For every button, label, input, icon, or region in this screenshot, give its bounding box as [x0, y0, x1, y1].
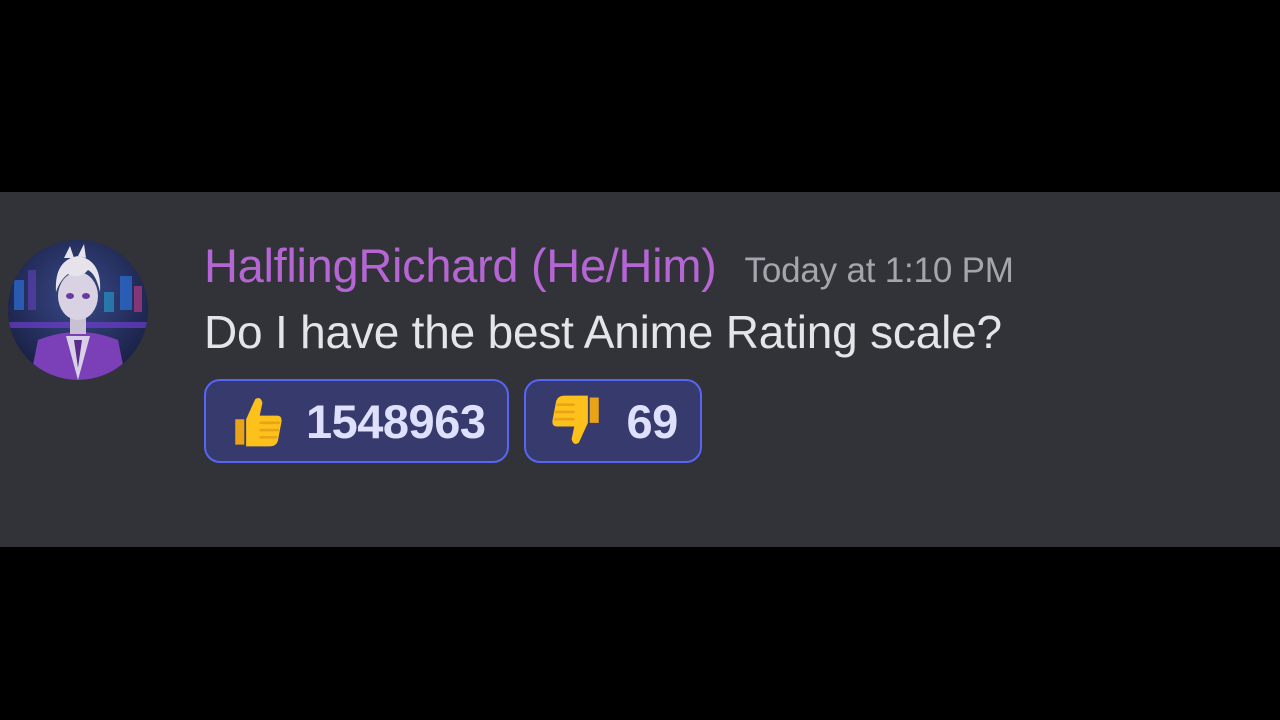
- anime-character-avatar-icon: [8, 240, 148, 380]
- message-content: HalflingRichard (He/Him) Today at 1:10 P…: [204, 238, 1260, 463]
- reactions-bar: 1548963 69: [204, 379, 1260, 463]
- chat-message: HalflingRichard (He/Him) Today at 1:10 P…: [0, 192, 1280, 547]
- video-frame: HalflingRichard (He/Him) Today at 1:10 P…: [0, 0, 1280, 720]
- message-header: HalflingRichard (He/Him) Today at 1:10 P…: [204, 238, 1260, 293]
- message-body: Do I have the best Anime Rating scale?: [204, 306, 1002, 358]
- message-timestamp: Today at 1:10 PM: [744, 251, 1014, 290]
- reaction-thumbs-up[interactable]: 1548963: [204, 379, 510, 463]
- reaction-thumbs-down[interactable]: 69: [524, 379, 702, 463]
- author-name[interactable]: HalflingRichard (He/Him): [204, 238, 717, 293]
- reaction-count: 69: [626, 394, 678, 448]
- reaction-count: 1548963: [306, 394, 486, 448]
- thumbs-up-icon: [235, 398, 282, 447]
- user-avatar[interactable]: [8, 240, 148, 380]
- thumbs-down-icon: [552, 395, 600, 444]
